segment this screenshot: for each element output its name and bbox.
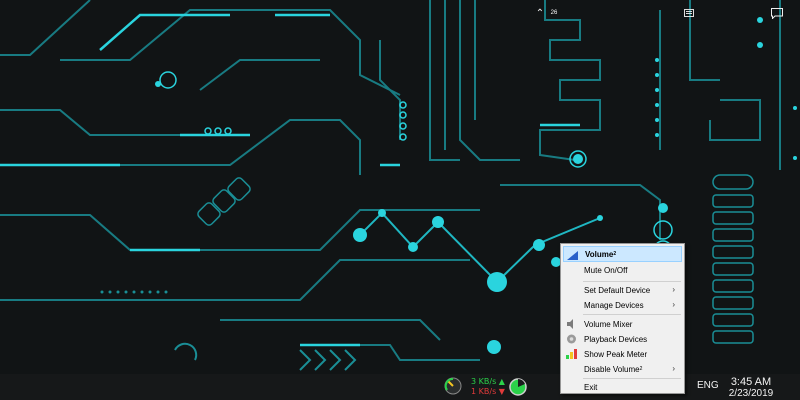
menu-item-label: Volume [585,249,614,259]
menu-item-show-peak-meter[interactable]: Show Peak Meter [563,346,682,362]
volume-bars-icon [567,251,578,260]
menu-item-label: Playback Devices [584,334,648,344]
menu-item-volume-mixer[interactable]: Volume Mixer [563,316,682,332]
menu-item-manage-devices[interactable]: Manage Devices › [563,297,682,313]
cpu-gauge-icon[interactable] [443,376,463,396]
submenu-arrow-icon: › [672,300,675,309]
speaker-icon [567,319,573,329]
peak-meter-icon [566,349,577,359]
menu-separator [583,314,681,315]
submenu-arrow-icon: › [672,285,675,294]
playback-device-icon [567,334,576,344]
menu-item-disable-volume[interactable]: Disable Volume 2 › [563,361,682,377]
menu-item-label: Mute On/Off [584,265,628,275]
menu-item-label: Volume Mixer [584,319,633,329]
menu-item-label: Disable Volume [584,364,640,374]
clock-date[interactable]: 2/23/2019 [724,388,778,399]
menu-item-set-default-device[interactable]: Set Default Device › [563,282,682,298]
menu-item-playback-devices[interactable]: Playback Devices [563,331,682,347]
menu-item-mute[interactable]: Mute On/Off [563,262,682,278]
chevron-up-icon[interactable]: ⌃ [533,0,547,26]
memory-pie-icon[interactable] [508,377,528,397]
menu-item-volume[interactable]: Volume 2 [563,246,682,262]
language-indicator[interactable]: ENG [697,380,719,391]
action-center-icon[interactable] [768,0,786,26]
clock-time[interactable]: 3:45 AM [724,376,778,388]
download-speed[interactable]: 1 KB/s ▼ [471,387,505,396]
menu-item-label: Exit [584,382,598,392]
volume-context-menu: Volume 2 Mute On/Off Set Default Device ›… [560,243,685,394]
menu-item-label: Set Default Device [584,285,651,295]
menu-item-label: Show Peak Meter [584,349,648,359]
submenu-arrow-icon: › [672,364,675,373]
tray-device-icon[interactable] [683,0,695,26]
menu-item-label: Manage Devices [584,300,644,310]
menu-item-exit[interactable]: Exit [563,379,682,395]
volume-level-label[interactable]: 26 [547,0,561,26]
upload-speed[interactable]: 3 KB/s ▲ [471,377,505,386]
